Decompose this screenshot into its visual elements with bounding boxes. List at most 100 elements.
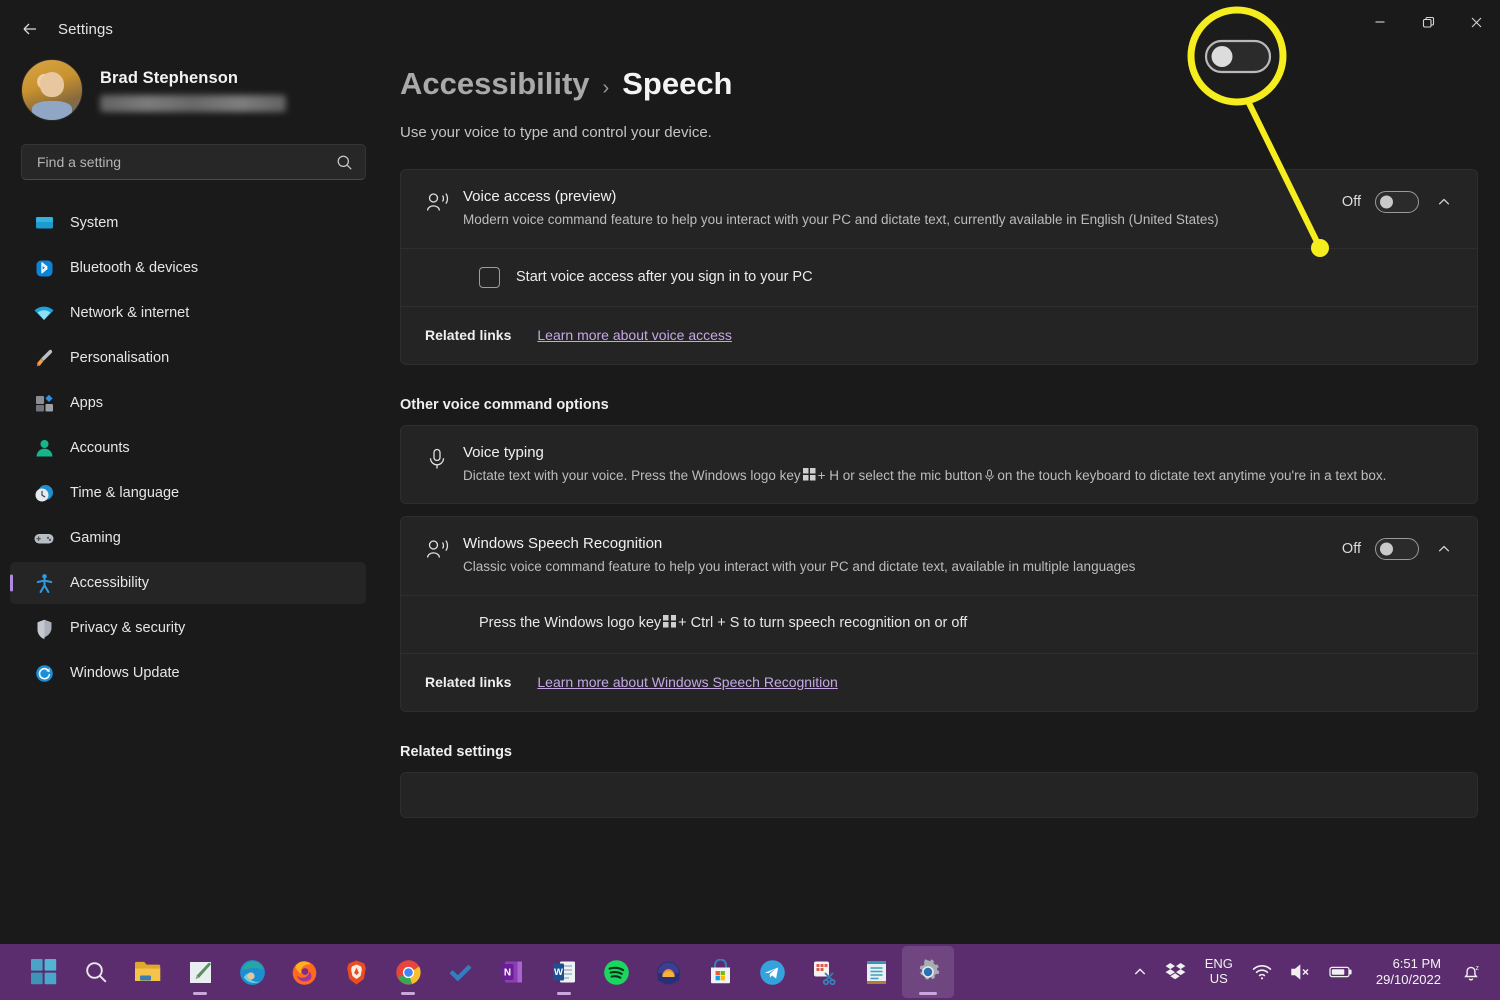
inline-microphone-icon — [984, 469, 995, 482]
voice-access-icon — [425, 187, 463, 215]
back-button[interactable] — [10, 12, 50, 46]
notepad-classic-icon[interactable] — [174, 946, 226, 998]
wifi-icon[interactable] — [1243, 944, 1281, 1000]
speech-recognition-related-links-row: Related links Learn more about Windows S… — [401, 652, 1477, 711]
system-tray: ENG US 6:51 PM 29/10/2022 z — [1124, 944, 1500, 1000]
language-indicator[interactable]: ENG US — [1195, 957, 1243, 986]
sidebar-item-personalisation[interactable]: Personalisation — [10, 337, 366, 379]
minimize-button[interactable] — [1356, 0, 1404, 44]
voice-access-description: Modern voice command feature to help you… — [463, 212, 1219, 228]
svg-text:W: W — [554, 967, 563, 978]
chrome-icon[interactable] — [382, 946, 434, 998]
voice-typing-card[interactable]: Voice typing Dictate text with your voic… — [400, 424, 1478, 504]
onenote-icon[interactable]: N — [486, 946, 538, 998]
sidebar-item-apps[interactable]: Apps — [10, 382, 366, 424]
language-line2: US — [1209, 971, 1228, 986]
volume-muted-icon[interactable] — [1281, 944, 1320, 1000]
voice-access-learn-more-link[interactable]: Learn more about voice access — [537, 327, 732, 343]
running-indicator — [557, 992, 571, 995]
sidebar-item-label: Time & language — [70, 484, 180, 501]
clock-time: 6:51 PM — [1392, 955, 1441, 971]
language-line1: ENG — [1204, 956, 1233, 972]
snipping-tool-icon[interactable] — [798, 946, 850, 998]
windows-key-icon — [663, 614, 677, 628]
sidebar-item-time-language[interactable]: Time & language — [10, 472, 366, 514]
firefox-icon[interactable] — [278, 946, 330, 998]
voice-access-related-links-row: Related links Learn more about voice acc… — [401, 305, 1477, 364]
speech-shortcut-part2: + Ctrl + S to turn speech recognition on… — [678, 614, 968, 631]
search-taskbar-icon[interactable] — [70, 946, 122, 998]
window-title: Settings — [58, 20, 113, 38]
window-controls — [1356, 0, 1500, 58]
speech-recognition-title: Windows Speech Recognition — [463, 535, 663, 552]
spotify-icon[interactable] — [590, 946, 642, 998]
sidebar-item-gaming[interactable]: Gaming — [10, 517, 366, 559]
voice-access-row[interactable]: Voice access (preview) Modern voice comm… — [401, 170, 1477, 248]
sidebar-item-label: Gaming — [70, 529, 121, 546]
chevron-up-icon[interactable] — [1433, 191, 1455, 213]
todo-icon[interactable] — [434, 946, 486, 998]
dropbox-icon[interactable] — [1156, 944, 1195, 1000]
sidebar-item-privacy-security[interactable]: Privacy & security — [10, 607, 366, 649]
speech-recognition-toggle[interactable] — [1375, 538, 1419, 560]
user-profile[interactable]: Brad Stephenson — [0, 52, 388, 128]
start-button[interactable] — [18, 946, 70, 998]
apps-icon — [32, 392, 56, 414]
search-box[interactable] — [21, 144, 366, 180]
brave-icon[interactable] — [330, 946, 382, 998]
paintbrush-icon — [32, 347, 56, 369]
voice-access-startup-row[interactable]: Start voice access after you sign in to … — [401, 247, 1477, 306]
settings-window: Settings Brad Stephenson Find a setting … — [0, 0, 1500, 1000]
close-button[interactable] — [1452, 0, 1500, 44]
search-input[interactable] — [37, 154, 336, 170]
related-settings-card-partial[interactable] — [400, 771, 1478, 818]
breadcrumb-parent[interactable]: Accessibility — [400, 66, 590, 102]
word-icon[interactable]: W — [538, 946, 590, 998]
audacity-icon[interactable] — [642, 946, 694, 998]
sidebar-item-windows-update[interactable]: Windows Update — [10, 652, 366, 694]
speech-recognition-row[interactable]: Windows Speech Recognition Classic voice… — [401, 517, 1477, 595]
maximize-restore-button[interactable] — [1404, 0, 1452, 44]
voice-typing-row[interactable]: Voice typing Dictate text with your voic… — [401, 426, 1477, 504]
chevron-up-icon[interactable] — [1433, 538, 1455, 560]
sticky-notes-icon[interactable] — [850, 946, 902, 998]
sidebar-nav: System Bluetooth & devices Network & int… — [0, 202, 388, 694]
voice-access-toggle[interactable] — [1375, 191, 1419, 213]
speech-recognition-shortcut-row: Press the Windows logo key + Ctrl + S to … — [401, 594, 1477, 653]
sidebar-item-label: Network & internet — [70, 304, 190, 321]
clock-globe-icon — [32, 482, 56, 504]
speech-recognition-learn-more-link[interactable]: Learn more about Windows Speech Recognit… — [537, 674, 837, 690]
related-settings-heading: Related settings — [400, 743, 512, 760]
voice-access-startup-label: Start voice access after you sign in to … — [516, 269, 813, 285]
breadcrumb-separator-icon: › — [602, 77, 610, 99]
sidebar-item-bluetooth-devices[interactable]: Bluetooth & devices — [10, 247, 366, 289]
sidebar-item-label: Apps — [70, 394, 104, 411]
chevron-up-icon[interactable] — [1124, 944, 1156, 1000]
file-explorer-icon[interactable] — [122, 946, 174, 998]
settings-icon[interactable] — [902, 946, 954, 998]
sidebar-item-label: Accounts — [70, 439, 130, 456]
sidebar-item-accounts[interactable]: Accounts — [10, 427, 366, 469]
sidebar-item-system[interactable]: System — [10, 202, 366, 244]
voice-access-startup-checkbox[interactable] — [479, 266, 500, 288]
sidebar-item-network-internet[interactable]: Network & internet — [10, 292, 366, 334]
microsoft-store-icon[interactable] — [694, 946, 746, 998]
running-indicator — [193, 992, 207, 995]
voice-access-state: Off — [1341, 194, 1361, 210]
title-bar: Settings — [0, 0, 1500, 58]
speech-recognition-description: Classic voice command feature to help yo… — [463, 559, 1136, 575]
clock-date: 29/10/2022 — [1375, 972, 1441, 987]
other-voice-command-options-heading: Other voice command options — [400, 396, 609, 413]
related-links-label: Related links — [425, 327, 512, 343]
battery-icon[interactable] — [1320, 944, 1362, 1000]
notification-dnd-icon[interactable]: z — [1452, 944, 1490, 1000]
main-content: Accessibility › Speech Use your voice to… — [388, 58, 1500, 1000]
telegram-icon[interactable] — [746, 946, 798, 998]
gamepad-icon — [32, 527, 56, 549]
clock[interactable]: 6:51 PM 29/10/2022 — [1362, 956, 1452, 989]
sidebar-item-label: Accessibility — [70, 574, 149, 591]
sidebar-item-accessibility[interactable]: Accessibility — [10, 562, 366, 604]
page-title: Speech — [622, 66, 733, 101]
edge-icon[interactable] — [226, 946, 278, 998]
page-subtitle: Use your voice to type and control your … — [400, 124, 712, 141]
